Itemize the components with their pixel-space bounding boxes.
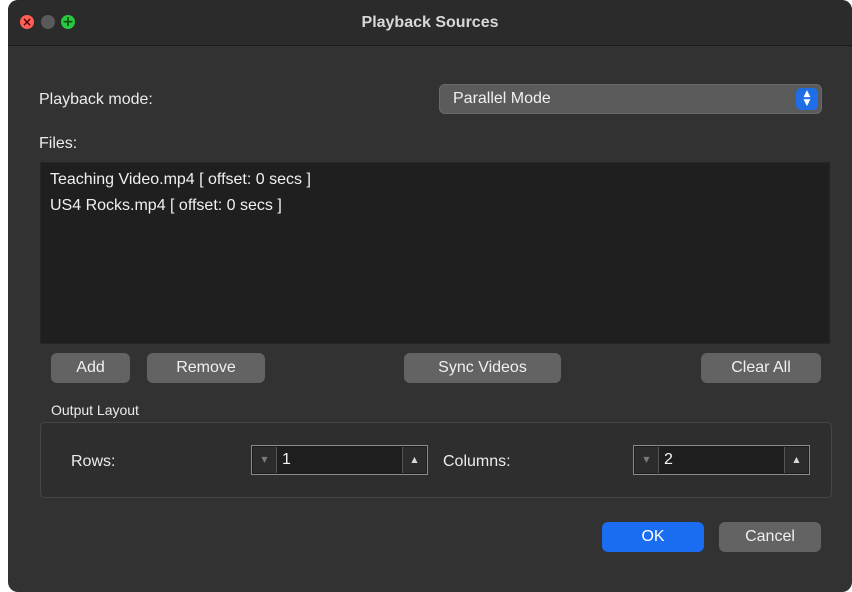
playback-mode-select[interactable]: Parallel Mode ▲ ▼ [439,84,822,114]
list-item[interactable]: Teaching Video.mp4 [ offset: 0 secs ] [50,171,311,189]
files-list[interactable]: Teaching Video.mp4 [ offset: 0 secs ] US… [40,162,830,344]
playback-mode-value: Parallel Mode [453,90,551,107]
remove-button[interactable]: Remove [147,353,265,383]
updown-chevron-icon: ▲ ▼ [796,88,818,110]
rows-stepper[interactable]: ▼ 1 ▲ [251,445,428,475]
list-item[interactable]: US4 Rocks.mp4 [ offset: 0 secs ] [50,197,282,215]
columns-value: 2 [664,451,673,468]
title-bar[interactable]: × + Playback Sources [8,0,852,46]
decrement-icon[interactable]: ▼ [635,447,659,473]
window-title: Playback Sources [361,14,499,31]
decrement-icon[interactable]: ▼ [253,447,277,473]
increment-icon[interactable]: ▲ [784,447,808,473]
cancel-button[interactable]: Cancel [719,522,821,552]
columns-stepper[interactable]: ▼ 2 ▲ [633,445,810,475]
rows-label: Rows: [71,453,116,470]
playback-sources-window: × + Playback Sources Playback mode: Para… [8,0,852,592]
sync-videos-button[interactable]: Sync Videos [404,353,561,383]
output-layout-group: Rows: ▼ 1 ▲ Columns: ▼ 2 ▲ [40,422,832,498]
increment-icon[interactable]: ▲ [402,447,426,473]
add-button[interactable]: Add [51,353,130,383]
output-layout-label: Output Layout [51,402,139,418]
playback-mode-label: Playback mode: [39,91,153,108]
columns-label: Columns: [443,453,511,470]
files-label: Files: [39,135,78,152]
ok-button[interactable]: OK [602,522,704,552]
clear-all-button[interactable]: Clear All [701,353,821,383]
rows-value: 1 [282,451,291,468]
